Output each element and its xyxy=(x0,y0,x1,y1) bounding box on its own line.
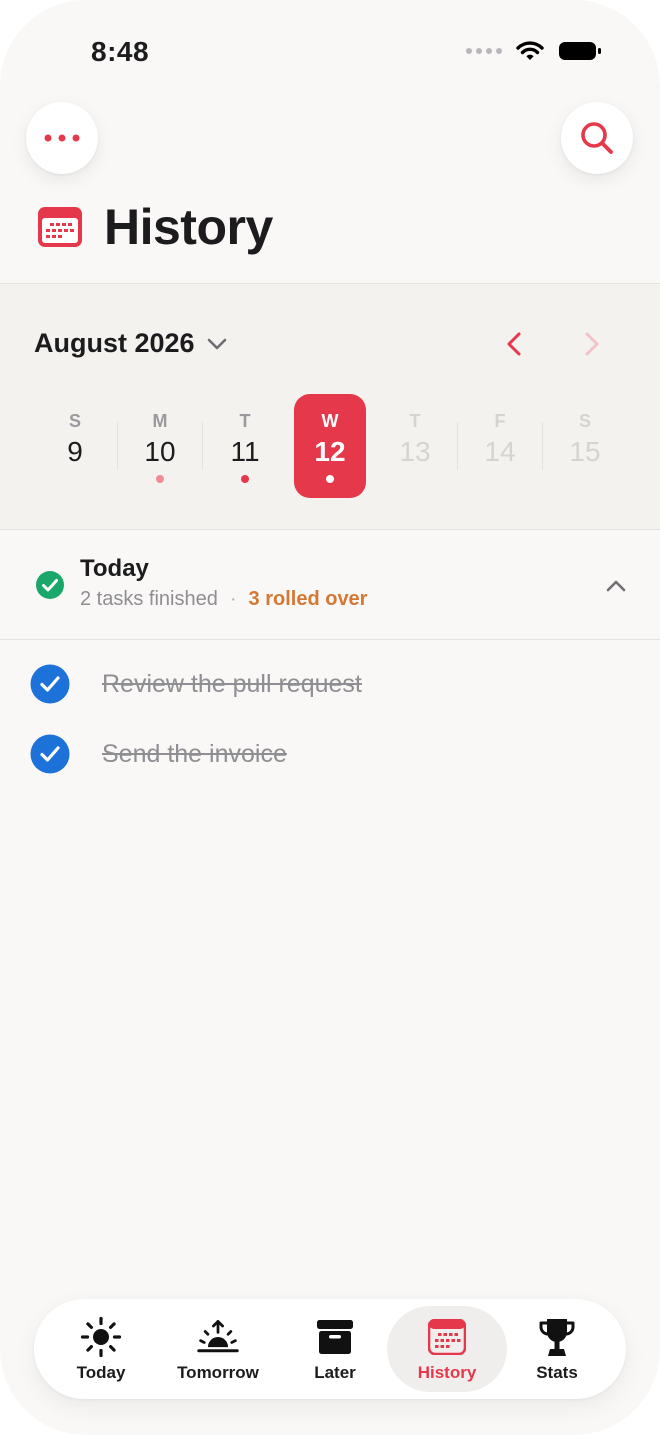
search-icon xyxy=(581,122,613,154)
summary-details: 2 tasks finished · 3 rolled over xyxy=(80,588,367,611)
tab-label: History xyxy=(417,1363,477,1382)
divider xyxy=(202,422,203,470)
search-button[interactable] xyxy=(561,102,633,174)
divider xyxy=(0,639,660,640)
day-cell[interactable]: F 14 xyxy=(464,394,536,498)
separator-dot: · xyxy=(229,588,237,610)
tab-history[interactable]: History xyxy=(387,1299,507,1399)
app-screen: 8:48 History August 2026 S 9 M 10 T 11 W… xyxy=(0,0,660,1435)
divider xyxy=(117,422,118,470)
day-cell[interactable]: T 13 xyxy=(379,394,451,498)
day-summary[interactable]: Today 2 tasks finished · 3 rolled over xyxy=(0,530,660,640)
day-cell-selected[interactable]: W 12 xyxy=(294,394,366,498)
chevron-right-icon xyxy=(585,332,599,356)
day-number: 12 xyxy=(314,436,346,467)
trophy-icon xyxy=(539,1319,575,1356)
chevron-up-icon xyxy=(606,580,626,592)
task-item[interactable]: Send the invoice xyxy=(30,732,630,776)
signal-icon xyxy=(466,48,502,54)
day-cell[interactable]: S 9 xyxy=(39,394,111,498)
day-of-week: T xyxy=(239,411,251,431)
divider xyxy=(542,422,543,470)
tab-label: Later xyxy=(314,1363,356,1382)
more-button[interactable] xyxy=(26,102,98,174)
activity-dot xyxy=(156,475,164,483)
day-cell[interactable]: T 11 xyxy=(209,394,281,498)
calendar-icon xyxy=(428,1319,466,1355)
task-title: Send the invoice xyxy=(102,739,287,768)
status-icons xyxy=(466,40,602,62)
completed-check-icon xyxy=(36,571,64,599)
status-time: 8:48 xyxy=(91,36,150,67)
month-label: August 2026 xyxy=(34,328,195,358)
chevron-left-icon xyxy=(507,332,521,356)
calendar-icon xyxy=(38,207,82,247)
tab-stats[interactable]: Stats xyxy=(497,1299,617,1399)
day-cell[interactable]: M 10 xyxy=(124,394,196,498)
page-header: History xyxy=(38,198,273,256)
divider xyxy=(457,422,458,470)
day-of-week: F xyxy=(494,411,506,431)
tab-label: Tomorrow xyxy=(177,1363,259,1382)
tab-later[interactable]: Later xyxy=(275,1299,395,1399)
day-of-week: S xyxy=(68,411,81,431)
day-strip: S 9 M 10 T 11 W 12 T 13 F 14 S 15 xyxy=(32,394,628,498)
day-number: 11 xyxy=(230,436,260,467)
day-number: 14 xyxy=(484,436,516,467)
day-number: 13 xyxy=(399,436,431,467)
day-number: 10 xyxy=(144,436,176,467)
day-cell[interactable]: S 15 xyxy=(549,394,621,498)
next-week-button[interactable] xyxy=(574,326,610,362)
task-checkbox-checked-icon[interactable] xyxy=(30,734,70,774)
finished-count: 2 tasks finished xyxy=(80,588,218,610)
rolled-over-count[interactable]: 3 rolled over xyxy=(249,588,368,611)
battery-icon xyxy=(559,42,601,60)
month-selector[interactable]: August 2026 xyxy=(34,328,227,359)
day-number: 15 xyxy=(569,436,601,467)
day-of-week: W xyxy=(321,411,339,431)
summary-heading: Today xyxy=(80,555,149,582)
activity-dot xyxy=(326,475,334,483)
collapse-button[interactable] xyxy=(602,572,630,600)
sun-icon xyxy=(80,1316,122,1358)
task-item[interactable]: Review the pull request xyxy=(30,662,630,706)
tab-label: Today xyxy=(76,1363,126,1382)
tab-bar: Today Tomorrow Later History Stats xyxy=(34,1299,626,1399)
tab-tomorrow[interactable]: Tomorrow xyxy=(158,1299,278,1399)
day-of-week: S xyxy=(578,411,591,431)
day-of-week: T xyxy=(409,411,421,431)
page-title: History xyxy=(104,199,273,255)
tab-today[interactable]: Today xyxy=(41,1299,161,1399)
tab-label: Stats xyxy=(536,1363,578,1382)
task-title: Review the pull request xyxy=(102,669,362,698)
activity-dot xyxy=(241,475,249,483)
wifi-icon xyxy=(516,41,544,60)
sunrise-icon xyxy=(197,1320,239,1353)
archive-box-icon xyxy=(317,1320,353,1354)
chevron-down-icon xyxy=(207,338,226,349)
previous-week-button[interactable] xyxy=(496,326,532,362)
day-number: 9 xyxy=(67,436,83,467)
more-dots-icon xyxy=(44,134,80,142)
day-of-week: M xyxy=(152,411,168,431)
task-checkbox-checked-icon[interactable] xyxy=(30,664,70,704)
week-calendar: August 2026 S 9 M 10 T 11 W 12 T 13 F 14… xyxy=(0,284,660,529)
